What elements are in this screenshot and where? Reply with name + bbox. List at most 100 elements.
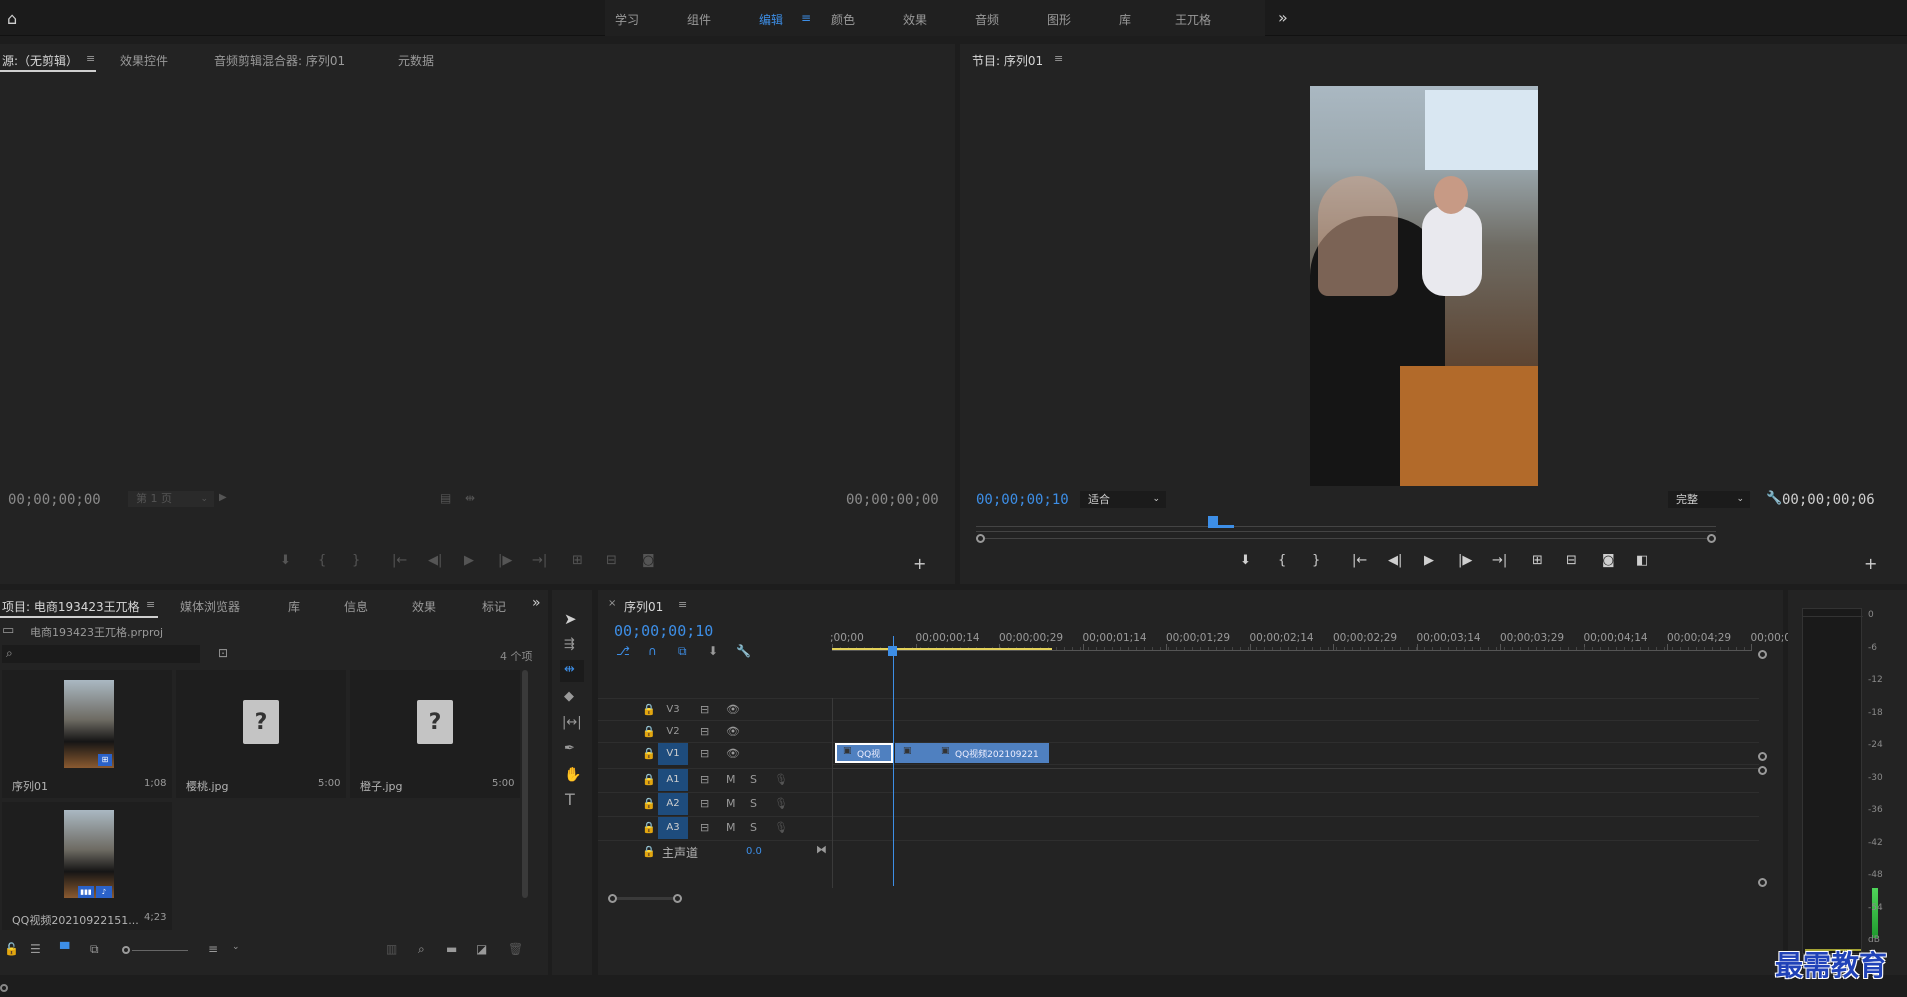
tab-audio-clip-mixer[interactable]: 音频剪辑混合器: 序列01 [214, 52, 345, 69]
slip-tool-icon[interactable]: |↔| [562, 716, 582, 729]
play-icon[interactable]: ▶ [464, 553, 474, 568]
step-forward-icon[interactable]: |▶ [1458, 553, 1472, 568]
sync-lock-icon[interactable]: ⊟ [700, 821, 709, 834]
project-scrollbar[interactable] [522, 670, 528, 898]
home-icon[interactable]: ⌂ [7, 11, 17, 27]
solo-button[interactable]: S [750, 821, 757, 834]
timeline-settings-icon[interactable]: 🔧 [736, 644, 751, 658]
workspace-libraries[interactable]: 库 [1119, 11, 1131, 28]
lock-icon[interactable]: 🔒 [642, 821, 656, 834]
mute-button[interactable]: M [726, 821, 736, 834]
source-current-timecode[interactable]: 00;00;00;00 [8, 492, 101, 508]
sync-lock-icon[interactable]: ⊟ [700, 773, 709, 786]
chevron-down-icon[interactable]: ⌄ [232, 942, 240, 952]
workspace-assembly[interactable]: 组件 [687, 11, 711, 28]
lock-icon[interactable]: 🔓 [4, 942, 19, 956]
page-select[interactable]: 第 1 页 ⌄ [128, 491, 214, 507]
timeline-horizontal-zoom[interactable] [608, 894, 682, 903]
microphone-icon[interactable]: 🎙 [774, 773, 788, 786]
add-button-icon[interactable]: + [913, 554, 926, 573]
workspace-editing[interactable]: 编辑 [759, 11, 783, 28]
audio-zoom-handle-top[interactable] [1758, 766, 1767, 775]
razor-tool-icon[interactable]: ◆ [564, 690, 574, 703]
tab-metadata[interactable]: 元数据 [398, 52, 434, 69]
tab-markers[interactable]: 标记 [482, 598, 506, 615]
tab-effect-controls[interactable]: 效果控件 [120, 52, 168, 69]
video-zoom-handle-top[interactable] [1758, 650, 1767, 659]
new-bin-icon[interactable]: ▬ [446, 942, 457, 956]
go-to-end-icon[interactable]: ⧓ [816, 843, 827, 856]
mark-in-icon[interactable]: { [318, 553, 326, 568]
insert-icon[interactable]: ⊞ [572, 553, 583, 568]
export-frame-small-icon[interactable]: ⇹ [465, 492, 475, 504]
workspace-graphics[interactable]: 图形 [1047, 11, 1071, 28]
add-marker-icon[interactable]: ⬇ [280, 553, 291, 568]
sync-lock-icon[interactable]: ⊟ [700, 797, 709, 810]
track-label-a3[interactable]: A3 [658, 817, 688, 839]
linked-selection-icon[interactable]: ⧉ [678, 644, 687, 659]
add-button-icon[interactable]: + [1864, 554, 1877, 573]
mark-out-icon[interactable]: } [352, 553, 360, 568]
workspace-menu-icon[interactable]: ≡ [801, 12, 811, 24]
go-to-in-icon[interactable]: |← [392, 553, 407, 568]
project-item-cherry[interactable]: ? 樱桃.jpg 5:00 [176, 670, 346, 798]
lift-icon[interactable]: ⊞ [1532, 553, 1543, 568]
lock-icon[interactable]: 🔒 [642, 773, 656, 786]
program-title[interactable]: 节目: 序列01 [972, 52, 1043, 69]
snap-icon[interactable]: ∩ [648, 644, 657, 658]
sync-lock-icon[interactable]: ⊟ [700, 703, 709, 716]
lock-icon[interactable]: 🔒 [642, 703, 656, 716]
mute-button[interactable]: M [726, 797, 736, 810]
ripple-edit-tool-active[interactable]: ⇹ [560, 660, 584, 682]
timeline-ruler[interactable]: ;00;00 00;00;00;14 00;00;00;29 00;00;01;14 0… [830, 620, 1791, 652]
type-tool-icon[interactable]: T [565, 792, 575, 808]
extract-icon[interactable]: ⊟ [1566, 553, 1577, 568]
go-to-in-icon[interactable]: |← [1352, 553, 1367, 568]
project-search-input[interactable]: ⌕ [2, 645, 200, 663]
lock-icon[interactable]: 🔒 [642, 797, 656, 810]
mark-out-icon[interactable]: } [1312, 553, 1320, 568]
tab-sequence[interactable]: 序列01 [624, 598, 663, 615]
zoom-select[interactable]: 适合 ⌄ [1080, 491, 1166, 508]
program-scrub-ruler[interactable] [976, 516, 1716, 532]
tab-effects[interactable]: 效果 [412, 598, 436, 615]
find-icon[interactable]: ⌕ [418, 942, 425, 957]
zoom-scroll-bar[interactable] [976, 534, 1716, 543]
program-current-timecode[interactable]: 00;00;00;10 [976, 492, 1069, 508]
tab-media-browser[interactable]: 媒体浏览器 [180, 598, 240, 615]
video-clip-selected[interactable]: ▣ QQ视 [835, 743, 893, 763]
panel-menu-icon[interactable]: ≡ [86, 53, 95, 64]
mute-button[interactable]: M [726, 773, 736, 786]
track-label-v3[interactable]: V3 [658, 699, 688, 721]
video-zoom-handle-bottom[interactable] [1758, 752, 1767, 761]
play-icon[interactable]: ▶ [1424, 553, 1434, 568]
track-label-a2[interactable]: A2 [658, 793, 688, 815]
eye-icon[interactable]: 👁 [726, 725, 740, 738]
workspace-color[interactable]: 颜色 [831, 11, 855, 28]
grid-icon[interactable]: ▤ [440, 492, 451, 504]
panel-overflow-icon[interactable]: » [532, 596, 541, 610]
solo-button[interactable]: S [750, 773, 757, 786]
tab-info[interactable]: 信息 [344, 598, 368, 615]
sync-lock-icon[interactable]: ⊟ [700, 747, 709, 760]
step-forward-icon[interactable]: |▶ [498, 553, 512, 568]
microphone-icon[interactable]: 🎙 [774, 797, 788, 810]
nest-icon[interactable]: ⎇ [616, 644, 630, 658]
audio-zoom-handle-bottom[interactable] [1758, 878, 1767, 887]
video-clip-3[interactable]: ▣ QQ视频202109221 [933, 743, 1049, 763]
go-to-out-icon[interactable]: →| [1492, 553, 1507, 568]
go-to-out-icon[interactable]: →| [532, 553, 547, 568]
sort-icon[interactable]: ≡ [208, 942, 218, 956]
add-marker-icon[interactable]: ⬇ [708, 644, 718, 658]
workspace-audio[interactable]: 音频 [975, 11, 999, 28]
tab-source[interactable]: 源:（无剪辑） [2, 52, 78, 69]
list-view-icon[interactable]: ☰ [30, 942, 41, 956]
timeline-current-timecode[interactable]: 00;00;00;10 [614, 622, 713, 640]
selection-tool-icon[interactable]: ➤ [564, 612, 577, 627]
track-label-v1[interactable]: V1 [658, 743, 688, 765]
project-item-sequence[interactable]: ⊞ 序列01 1;08 [2, 670, 172, 798]
panel-menu-icon[interactable]: ≡ [678, 599, 687, 610]
panel-menu-icon[interactable]: ≡ [1054, 53, 1063, 64]
workspace-overflow-icon[interactable]: » [1278, 8, 1288, 27]
play-right-small-icon[interactable]: ▶ [219, 493, 227, 503]
